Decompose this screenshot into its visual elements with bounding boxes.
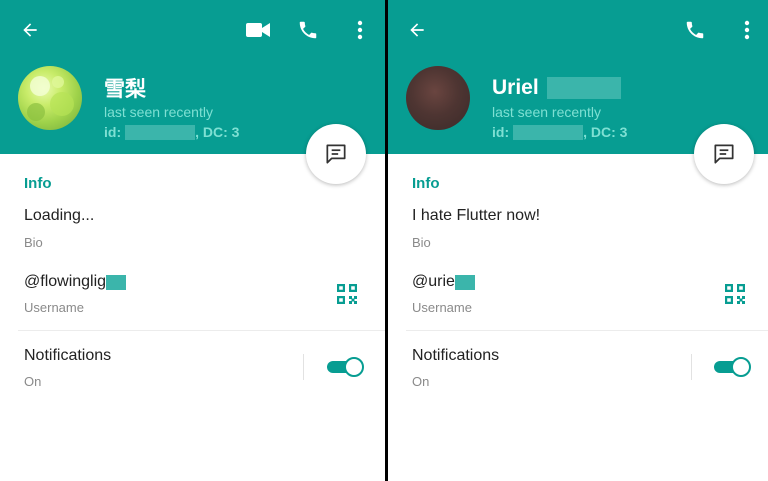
toggle-knob — [344, 357, 364, 377]
vertical-separator — [303, 354, 304, 380]
username-text: @flowinglig — [24, 273, 107, 290]
message-icon — [714, 144, 734, 164]
vertical-separator — [691, 354, 692, 380]
row-separator — [18, 330, 385, 331]
qr-code-icon[interactable] — [723, 282, 747, 306]
dc-label: , DC: 3 — [195, 124, 240, 140]
redacted-username — [454, 274, 475, 290]
redacted-surname — [546, 77, 621, 99]
toggle-knob — [731, 357, 751, 377]
split-screenshot: 雪梨 last seen recently id: , DC: 3 Info L… — [0, 0, 768, 481]
qr-code-icon[interactable] — [335, 282, 359, 306]
send-message-fab[interactable] — [306, 124, 366, 184]
notifications-value: On — [24, 374, 42, 389]
phone-icon[interactable] — [293, 15, 323, 45]
phone-icon[interactable] — [680, 15, 710, 45]
more-vertical-icon[interactable] — [732, 15, 762, 45]
user-id-line: id: , DC: 3 — [492, 124, 627, 140]
profile-name-row: Uriel — [492, 74, 621, 102]
video-call-icon[interactable] — [243, 15, 273, 45]
bio-label: Bio — [24, 235, 43, 250]
profile-name: Uriel — [492, 76, 539, 99]
username-label: Username — [412, 300, 472, 315]
profile-name: 雪梨 — [104, 78, 146, 101]
message-icon — [326, 144, 346, 164]
notifications-toggle[interactable] — [327, 357, 364, 377]
username-row[interactable]: @flowinglig — [24, 273, 127, 291]
send-message-fab[interactable] — [694, 124, 754, 184]
info-section-title: Info — [24, 175, 52, 192]
username-label: Username — [24, 300, 84, 315]
row-separator — [406, 330, 768, 331]
avatar[interactable] — [406, 66, 470, 130]
redacted-username — [106, 274, 127, 290]
info-section-title: Info — [412, 175, 440, 192]
username-row[interactable]: @urie — [412, 273, 475, 291]
id-label: id: — [492, 124, 510, 140]
notifications-value: On — [412, 374, 430, 389]
back-arrow-icon[interactable] — [402, 15, 432, 45]
username-text: @urie — [412, 273, 455, 290]
bio-text[interactable]: Loading... — [24, 207, 94, 225]
avatar[interactable] — [18, 66, 82, 130]
bio-text[interactable]: I hate Flutter now! — [412, 207, 540, 225]
user-id-line: id: , DC: 3 — [104, 124, 239, 140]
notifications-toggle[interactable] — [714, 357, 751, 377]
last-seen-status: last seen recently — [104, 104, 213, 120]
bio-label: Bio — [412, 235, 431, 250]
id-label: id: — [104, 124, 122, 140]
notifications-label: Notifications — [412, 347, 500, 364]
profile-pane-right: Uriel last seen recently id: , DC: 3 Inf… — [388, 0, 768, 481]
redacted-id — [125, 124, 196, 140]
notifications-label: Notifications — [24, 347, 112, 364]
back-arrow-icon[interactable] — [15, 15, 45, 45]
profile-pane-left: 雪梨 last seen recently id: , DC: 3 Info L… — [0, 0, 385, 481]
dc-label: , DC: 3 — [583, 124, 628, 140]
redacted-id — [513, 124, 584, 140]
more-vertical-icon[interactable] — [345, 15, 375, 45]
last-seen-status: last seen recently — [492, 104, 601, 120]
profile-name-row: 雪梨 — [104, 74, 146, 102]
